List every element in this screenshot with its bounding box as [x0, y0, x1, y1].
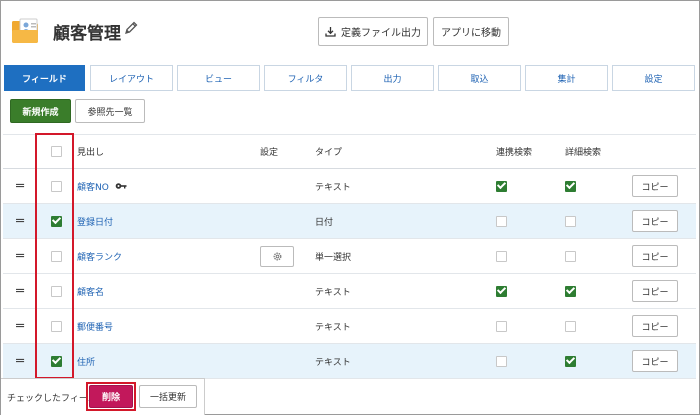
link-search-checkbox[interactable] — [496, 285, 507, 297]
drag-handle-icon[interactable]: ═ — [13, 239, 27, 273]
gear-icon — [273, 252, 281, 260]
app-window: 顧客管理 定義ファイル出力 アプリに移動 フィールド レイアウト ビュー フィル… — [0, 0, 700, 415]
field-name-link[interactable]: 登録日付 — [77, 215, 113, 228]
tab-aggregate[interactable]: 集計 — [525, 65, 608, 91]
field-name-link[interactable]: 顧客ランク — [77, 250, 122, 263]
key-icon — [115, 183, 127, 189]
download-icon — [325, 27, 336, 37]
link-search-checkbox[interactable] — [496, 180, 507, 192]
export-definition-label: 定義ファイル出力 — [341, 28, 421, 39]
detail-search-checkbox[interactable] — [565, 355, 576, 367]
tab-bar: フィールド レイアウト ビュー フィルタ 出力 取込 集計 設定 — [4, 65, 695, 91]
drag-handle-icon[interactable]: ═ — [13, 344, 27, 378]
drag-handle-icon[interactable]: ═ — [13, 309, 27, 343]
detail-search-checkbox[interactable] — [565, 180, 576, 192]
tab-import[interactable]: 取込 — [438, 65, 521, 91]
field-type: テキスト — [315, 182, 351, 193]
column-header-settings: 設定 — [260, 148, 279, 158]
copy-button[interactable]: コピー — [632, 280, 678, 302]
page-title: 顧客管理 — [53, 24, 121, 44]
column-header-link-search: 連携検索 — [496, 148, 533, 158]
field-name-link[interactable]: 郵便番号 — [77, 320, 113, 333]
copy-button[interactable]: コピー — [632, 245, 678, 267]
column-header-heading: 見出し — [77, 148, 105, 158]
move-to-app-button[interactable]: アプリに移動 — [433, 17, 509, 46]
link-search-checkbox[interactable] — [496, 250, 507, 262]
detail-search-checkbox[interactable] — [565, 250, 576, 262]
drag-handle-icon[interactable]: ═ — [13, 169, 27, 203]
table-row: ═ 顧客名 テキスト コピー — [3, 274, 696, 309]
tab-output[interactable]: 出力 — [351, 65, 434, 91]
export-definition-button[interactable]: 定義ファイル出力 — [318, 17, 428, 46]
column-header-detail-search: 詳細検索 — [565, 148, 602, 158]
tab-filter[interactable]: フィルタ — [264, 65, 347, 91]
column-header-type: タイプ — [315, 148, 343, 158]
field-name-link[interactable]: 顧客NO — [77, 180, 109, 193]
edit-pencil-icon[interactable] — [123, 20, 139, 36]
field-type: テキスト — [315, 287, 351, 298]
detail-search-checkbox[interactable] — [565, 215, 576, 227]
copy-button[interactable]: コピー — [632, 175, 678, 197]
tab-layout[interactable]: レイアウト — [90, 65, 173, 91]
table-header-row: 見出し 設定 タイプ 連携検索 詳細検索 — [3, 134, 696, 169]
new-button[interactable]: 新規作成 — [10, 99, 71, 123]
field-type: テキスト — [315, 357, 351, 368]
detail-search-checkbox[interactable] — [565, 320, 576, 332]
field-type: テキスト — [315, 322, 351, 333]
copy-button[interactable]: コピー — [632, 315, 678, 337]
bulk-update-button[interactable]: 一括更新 — [139, 385, 197, 408]
table-row: ═ 郵便番号 テキスト コピー — [3, 309, 696, 344]
field-name-link[interactable]: 住所 — [77, 355, 95, 368]
table-row: ═ 顧客NO テキスト コピー — [3, 169, 696, 204]
tab-field[interactable]: フィールド — [4, 65, 85, 91]
copy-button[interactable]: コピー — [632, 350, 678, 372]
delete-button-highlight — [86, 382, 136, 411]
table-row: ═ 登録日付 日付 コピー — [3, 204, 696, 239]
drag-handle-icon[interactable]: ═ — [13, 204, 27, 238]
link-search-checkbox[interactable] — [496, 320, 507, 332]
field-name-link[interactable]: 顧客名 — [77, 285, 104, 298]
reference-list-button[interactable]: 参照先一覧 — [75, 99, 145, 123]
table-row: ═ 顧客ランク 単一選択 コピー — [3, 239, 696, 274]
field-settings-button[interactable] — [260, 245, 294, 267]
detail-search-checkbox[interactable] — [565, 285, 576, 297]
copy-button[interactable]: コピー — [632, 210, 678, 232]
tab-view[interactable]: ビュー — [177, 65, 260, 91]
tab-settings[interactable]: 設定 — [612, 65, 695, 91]
drag-handle-icon[interactable]: ═ — [13, 274, 27, 308]
field-type: 単一選択 — [315, 252, 352, 263]
checkbox-column-highlight — [35, 133, 74, 379]
table-row: ═ 住所 テキスト コピー — [3, 344, 696, 379]
link-search-checkbox[interactable] — [496, 215, 507, 227]
field-type: 日付 — [315, 217, 334, 228]
link-search-checkbox[interactable] — [496, 355, 507, 367]
app-icon — [12, 18, 38, 43]
